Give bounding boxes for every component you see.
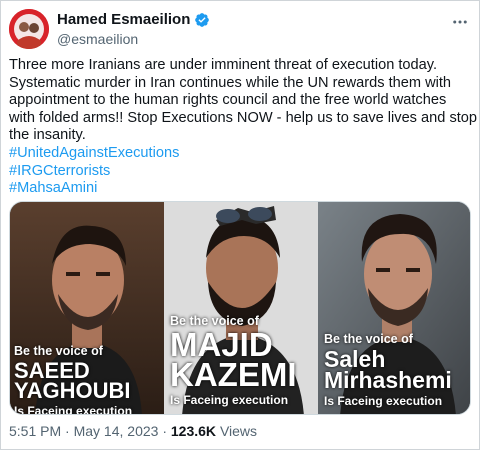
views-label: Views [219, 423, 258, 439]
tweet-text-line: appointment to the human rights council … [9, 92, 447, 109]
panel-caption: Be the voice of Saleh Mirhashemi Is Face… [324, 332, 470, 409]
author-handle[interactable]: @esmaeilion [57, 30, 210, 48]
panel-name-line2: Mirhashemi [324, 367, 452, 394]
panel-caption: Be the voice of SAEED YAGHOUBI Is Facein… [14, 344, 164, 415]
tweet-text-line: with folded arms!! Stop Executions NOW -… [9, 109, 478, 126]
hashtag-link[interactable]: #UnitedAgainstExecutions [9, 145, 471, 163]
panel-status-text: Is Faceing execution [14, 404, 133, 415]
panel-name-line2: KAZEMI [170, 356, 297, 394]
panel-caption: Be the voice of MAJID KAZEMI Is Faceing … [170, 314, 318, 407]
tweet-time[interactable]: 5:51 PM [9, 423, 61, 439]
hashtag-link[interactable]: #MahsaAmini [9, 180, 471, 198]
footer-separator: · [65, 423, 70, 439]
tweet-date[interactable]: May 14, 2023 [74, 423, 159, 439]
tweet-media-image[interactable]: Be the voice of SAEED YAGHOUBI Is Facein… [9, 201, 471, 415]
media-panel-3: Be the voice of Saleh Mirhashemi Is Face… [318, 202, 470, 414]
author-display-name[interactable]: Hamed Esmaeilion [57, 11, 190, 29]
more-options-icon[interactable] [449, 11, 471, 33]
media-panel-2: Be the voice of MAJID KAZEMI Is Faceing … [164, 202, 318, 414]
tweet-header: Hamed Esmaeilion @esmaeilion [9, 9, 471, 49]
views-count: 123.6K [170, 423, 217, 439]
verified-badge-icon [194, 12, 210, 28]
panel-voice-text: Be the voice of [14, 344, 103, 358]
author-block: Hamed Esmaeilion @esmaeilion [57, 11, 210, 48]
tweet-footer: 5:51 PM · May 14, 2023 · 123.6K Views [9, 423, 257, 439]
tweet-card: Hamed Esmaeilion @esmaeilion Three more … [0, 0, 480, 450]
author-avatar[interactable] [9, 9, 49, 49]
panel-status-text: Is Faceing execution [324, 394, 443, 409]
hashtag-link[interactable]: #IRGCterrorists [9, 163, 471, 181]
panel-voice-text: Be the voice of [324, 332, 413, 346]
tweet-text-line: Three more Iranians are under imminent t… [9, 57, 438, 73]
footer-separator: · [162, 423, 167, 439]
tweet-text-line: Systematic murder in Iran continues whil… [9, 74, 452, 91]
tweet-text-line: the insanity. [9, 127, 86, 144]
panel-name-line2: YAGHOUBI [14, 378, 131, 404]
media-panel-1: Be the voice of SAEED YAGHOUBI Is Facein… [10, 202, 164, 415]
panel-status-text: Is Faceing execution [170, 392, 289, 407]
tweet-text: Three more Iranians are under imminent t… [9, 57, 478, 198]
